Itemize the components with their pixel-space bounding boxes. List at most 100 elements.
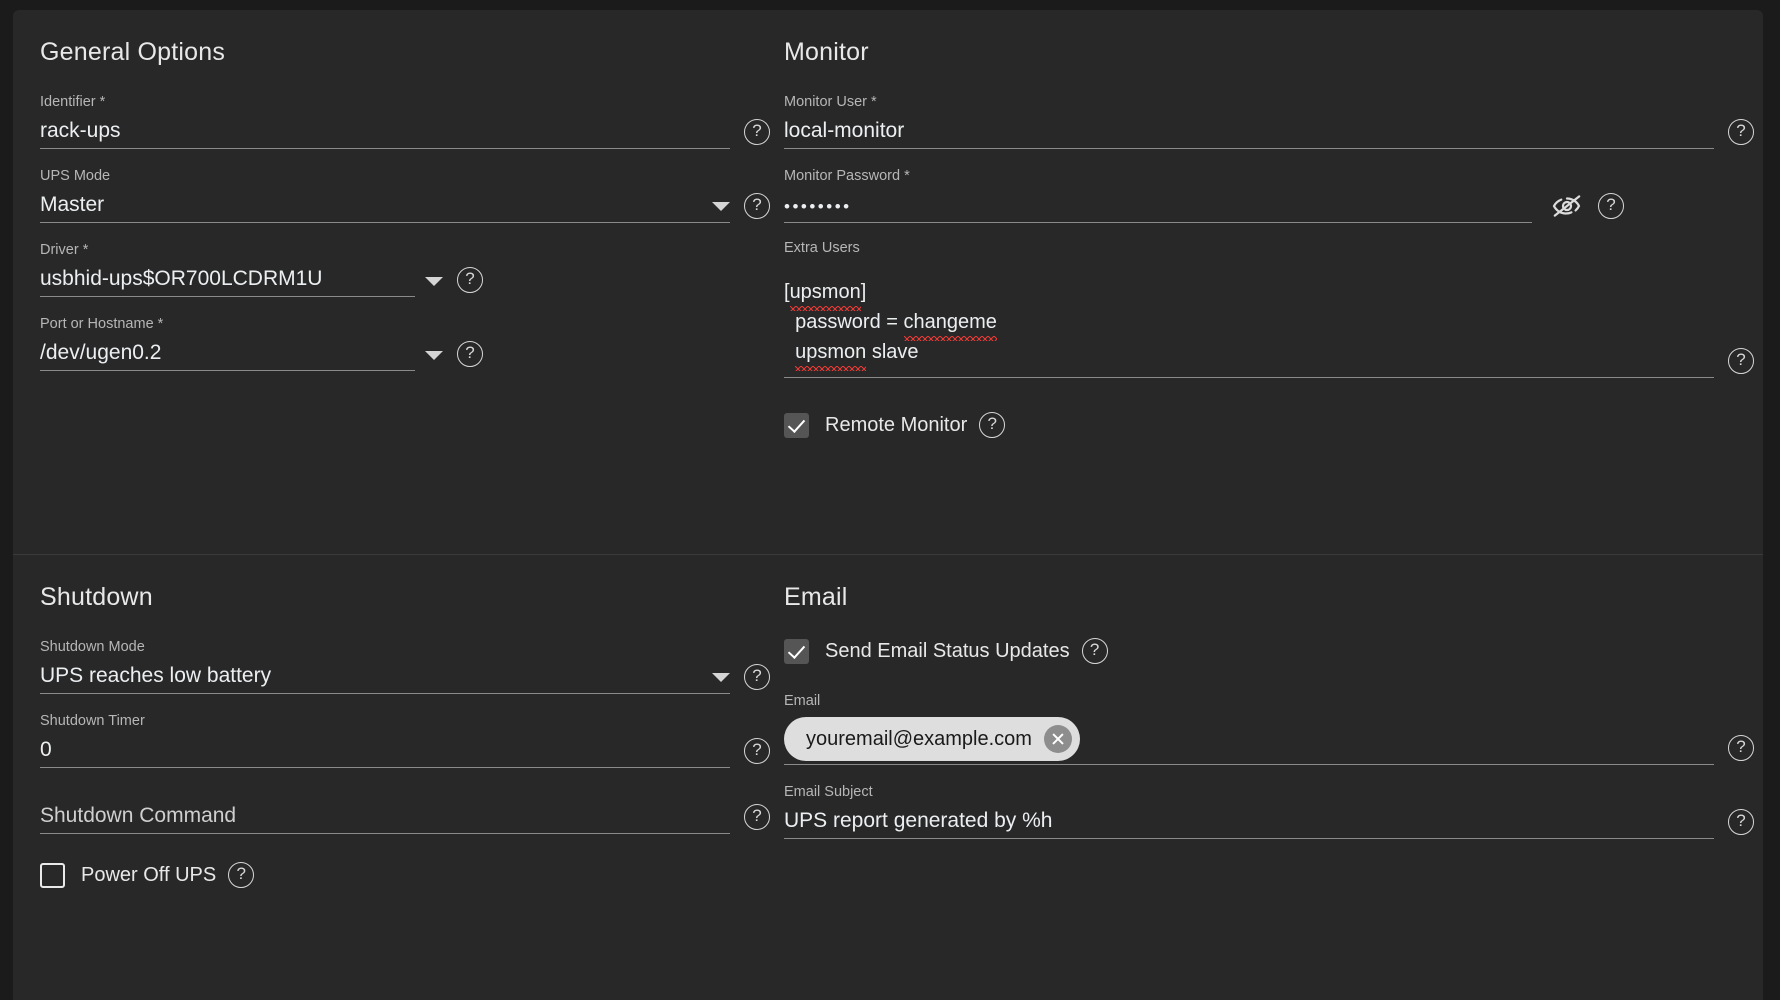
power-off-ups-checkbox[interactable] — [40, 862, 65, 888]
email-subject-underline — [784, 838, 1714, 839]
shutdown-timer-field[interactable]: Shutdown Timer 0 — [40, 712, 730, 768]
email-subject-input[interactable]: UPS report generated by %h — [784, 807, 1714, 838]
identifier-underline — [40, 148, 730, 149]
monitor-column: Monitor Monitor User * local-monitor ? M… — [784, 38, 1754, 438]
general-options-column: General Options Identifier * rack-ups ? … — [40, 38, 800, 385]
power-off-ups-help-icon[interactable]: ? — [228, 862, 255, 888]
email-subject-label: Email Subject — [784, 784, 873, 800]
extra-users-underline — [784, 377, 1714, 378]
monitor-password-underline — [784, 222, 1532, 223]
email-column: Email Send Email Status Updates ? Email … — [784, 583, 1754, 853]
ups-mode-select[interactable]: UPS Mode Master — [40, 167, 730, 223]
shutdown-timer-underline — [40, 767, 730, 768]
general-options-title: General Options — [40, 38, 226, 66]
driver-underline — [40, 296, 415, 297]
chevron-down-icon[interactable] — [425, 277, 443, 286]
email-row: Email youremail@example.com ? — [784, 692, 1754, 765]
port-row: Port or Hostname * /dev/ugen0.2 ? — [40, 315, 800, 371]
send-email-updates-row[interactable]: Send Email Status Updates ? — [784, 638, 1744, 664]
chevron-down-icon[interactable] — [425, 351, 443, 360]
monitor-title: Monitor — [784, 38, 869, 66]
send-email-updates-help-icon[interactable]: ? — [1081, 638, 1108, 664]
shutdown-timer-help-icon[interactable]: ? — [744, 738, 770, 764]
monitor-password-row: Monitor Password * •••••••• ? — [784, 167, 1744, 223]
shutdown-column: Shutdown Shutdown Mode UPS reaches low b… — [40, 583, 800, 888]
shutdown-mode-help-icon[interactable]: ? — [744, 664, 770, 690]
send-email-updates-checkbox[interactable] — [784, 638, 809, 664]
driver-label: Driver * — [40, 242, 89, 258]
monitor-user-input[interactable]: local-monitor — [784, 117, 1714, 148]
port-select[interactable]: Port or Hostname * /dev/ugen0.2 — [40, 315, 415, 371]
power-off-ups-row[interactable]: Power Off UPS ? — [40, 862, 800, 888]
port-underline — [40, 370, 415, 371]
password-key: password = — [784, 311, 904, 333]
monitor-password-input[interactable]: •••••••• — [784, 191, 1532, 222]
remote-monitor-help-icon[interactable]: ? — [979, 412, 1006, 438]
shutdown-timer-row: Shutdown Timer 0 ? — [40, 712, 800, 768]
driver-select[interactable]: Driver * usbhid-ups$OR700LCDRM1U — [40, 241, 415, 297]
email-field[interactable]: Email youremail@example.com — [784, 692, 1714, 765]
shutdown-title: Shutdown — [40, 583, 153, 611]
monitor-password-field[interactable]: Monitor Password * •••••••• — [784, 167, 1532, 223]
extra-users-field[interactable]: Extra Users [upsmon] password = changeme… — [784, 239, 1714, 378]
port-value[interactable]: /dev/ugen0.2 — [40, 339, 415, 370]
ups-mode-help-icon[interactable]: ? — [744, 193, 770, 219]
bracket-close: ] — [860, 281, 867, 303]
extra-users-textarea[interactable]: [upsmon] password = changeme upsmon slav… — [784, 263, 1714, 371]
ups-mode-value[interactable]: Master — [40, 191, 702, 222]
extra-users-help-icon[interactable]: ? — [1728, 348, 1754, 374]
extra-users-line-2: password = changeme — [784, 311, 998, 341]
shutdown-timer-input[interactable]: 0 — [40, 736, 730, 767]
power-off-ups-label: Power Off UPS — [81, 863, 217, 886]
ups-mode-row: UPS Mode Master ? — [40, 167, 800, 223]
spellcheck-word: changeme — [903, 307, 998, 341]
email-chip[interactable]: youremail@example.com — [784, 717, 1080, 761]
shutdown-timer-label: Shutdown Timer — [40, 713, 145, 729]
shutdown-mode-row: Shutdown Mode UPS reaches low battery ? — [40, 638, 800, 694]
remote-monitor-row[interactable]: Remote Monitor ? — [784, 412, 1744, 438]
identifier-row: Identifier * rack-ups ? — [40, 93, 800, 149]
email-chip-list: youremail@example.com — [784, 716, 1714, 764]
section-top: General Options Identifier * rack-ups ? … — [13, 10, 1763, 554]
monitor-user-field[interactable]: Monitor User * local-monitor — [784, 93, 1714, 149]
identifier-field[interactable]: Identifier * rack-ups — [40, 93, 730, 149]
email-subject-row: Email Subject UPS report generated by %h… — [784, 783, 1754, 839]
monitor-password-help-icon[interactable]: ? — [1598, 193, 1624, 219]
extra-users-label: Extra Users — [784, 240, 860, 256]
spellcheck-word: upsmon — [789, 277, 861, 311]
monitor-user-underline — [784, 148, 1714, 149]
shutdown-command-input[interactable]: Shutdown Command — [40, 802, 730, 833]
monitor-user-label: Monitor User * — [784, 94, 877, 110]
remote-monitor-checkbox[interactable] — [784, 412, 809, 438]
monitor-user-help-icon[interactable]: ? — [1728, 119, 1754, 145]
identifier-input[interactable]: rack-ups — [40, 117, 730, 148]
email-chip-text: youremail@example.com — [806, 727, 1032, 750]
extra-users-row: Extra Users [upsmon] password = changeme… — [784, 239, 1754, 378]
driver-value[interactable]: usbhid-ups$OR700LCDRM1U — [40, 265, 415, 296]
shutdown-command-help-icon[interactable]: ? — [744, 804, 770, 830]
ups-settings-card: General Options Identifier * rack-ups ? … — [13, 10, 1763, 1000]
driver-help-icon[interactable]: ? — [457, 267, 483, 293]
email-label: Email — [784, 693, 821, 709]
slave-keyword: slave — [866, 341, 919, 363]
shutdown-command-field[interactable]: Shutdown Command — [40, 802, 730, 834]
port-help-icon[interactable]: ? — [457, 341, 483, 367]
email-subject-help-icon[interactable]: ? — [1728, 809, 1754, 835]
extra-users-line-1: [upsmon] — [784, 281, 867, 311]
identifier-label: Identifier * — [40, 94, 106, 110]
port-label: Port or Hostname * — [40, 316, 164, 332]
visibility-off-icon[interactable] — [1550, 193, 1584, 219]
section-bottom: Shutdown Shutdown Mode UPS reaches low b… — [13, 555, 1763, 1000]
close-icon[interactable] — [1043, 725, 1072, 753]
email-subject-field[interactable]: Email Subject UPS report generated by %h — [784, 783, 1714, 839]
shutdown-mode-value[interactable]: UPS reaches low battery — [40, 662, 702, 693]
chevron-down-icon[interactable] — [712, 202, 730, 211]
shutdown-mode-underline — [40, 693, 730, 694]
spellcheck-word: upsmon — [795, 337, 867, 371]
shutdown-mode-select[interactable]: Shutdown Mode UPS reaches low battery — [40, 638, 730, 694]
email-title: Email — [784, 583, 848, 611]
chevron-down-icon[interactable] — [712, 673, 730, 682]
identifier-help-icon[interactable]: ? — [744, 119, 770, 145]
email-help-icon[interactable]: ? — [1728, 735, 1754, 761]
